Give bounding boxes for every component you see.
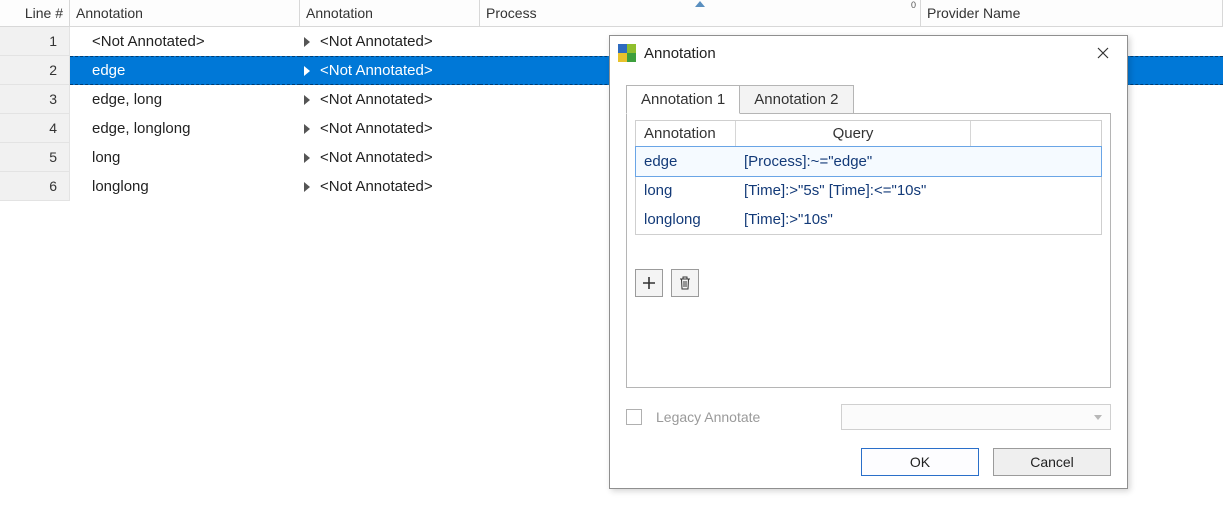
legacy-annotate-row: Legacy Annotate	[626, 404, 1111, 430]
dialog-tabs: Annotation 1 Annotation 2	[626, 84, 1111, 114]
anno-header-spacer	[971, 121, 1101, 146]
dialog-titlebar[interactable]: Annotation	[610, 36, 1127, 70]
annotation-1-cell[interactable]: edge, long	[70, 85, 300, 114]
expand-icon[interactable]	[304, 124, 310, 134]
col-header-process-badge: 0	[911, 0, 916, 10]
line-number: 4	[0, 114, 70, 143]
annotation-query-cell[interactable]: [Time]:>"10s"	[736, 208, 1101, 231]
anno-header-query[interactable]: Query	[736, 121, 971, 146]
col-header-provider[interactable]: Provider Name	[921, 0, 1223, 27]
plus-icon	[642, 276, 656, 290]
tab-annotation-2[interactable]: Annotation 2	[739, 85, 853, 114]
col-header-annotation-1[interactable]: Annotation	[70, 0, 300, 27]
annotation-dialog: Annotation Annotation 1 Annotation 2 Ann…	[609, 35, 1128, 489]
ok-button[interactable]: OK	[861, 448, 979, 476]
annotation-1-cell[interactable]: <Not Annotated>	[70, 27, 300, 56]
col-header-line[interactable]: Line #	[0, 0, 70, 27]
annotation-table-header: Annotation Query	[636, 121, 1101, 147]
annotation-2-cell[interactable]: <Not Annotated>	[300, 56, 480, 85]
annotation-2-text: <Not Annotated>	[320, 33, 433, 50]
annotation-2-text: <Not Annotated>	[320, 62, 433, 79]
expand-icon[interactable]	[304, 182, 310, 192]
annotation-1-cell[interactable]: longlong	[70, 172, 300, 201]
col-header-process[interactable]: Process 0	[480, 0, 921, 27]
legacy-annotate-label: Legacy Annotate	[656, 409, 760, 425]
annotation-2-cell[interactable]: <Not Annotated>	[300, 85, 480, 114]
annotation-name-cell[interactable]: edge	[636, 150, 736, 173]
annotation-query-cell[interactable]: [Time]:>"5s" [Time]:<="10s"	[736, 179, 1101, 202]
anno-header-name[interactable]: Annotation	[636, 121, 736, 146]
annotation-2-text: <Not Annotated>	[320, 120, 433, 137]
annotation-2-cell[interactable]: <Not Annotated>	[300, 143, 480, 172]
line-number: 2	[0, 56, 70, 85]
annotation-1-cell[interactable]: edge, longlong	[70, 114, 300, 143]
annotation-2-text: <Not Annotated>	[320, 91, 433, 108]
expand-icon[interactable]	[304, 37, 310, 47]
annotation-1-cell[interactable]: edge	[70, 56, 300, 85]
annotation-1-cell[interactable]: long	[70, 143, 300, 172]
annotation-2-cell[interactable]: <Not Annotated>	[300, 27, 480, 56]
expand-icon[interactable]	[304, 95, 310, 105]
close-icon	[1097, 47, 1109, 59]
app-icon	[618, 44, 636, 62]
col-header-annotation-2[interactable]: Annotation	[300, 0, 480, 27]
line-number: 5	[0, 143, 70, 172]
annotation-2-cell[interactable]: <Not Annotated>	[300, 114, 480, 143]
line-number: 6	[0, 172, 70, 201]
cancel-button[interactable]: Cancel	[993, 448, 1111, 476]
tab-annotation-1[interactable]: Annotation 1	[626, 85, 740, 114]
expand-icon[interactable]	[304, 153, 310, 163]
annotation-table[interactable]: Annotation Query edge[Process]:~="edge"l…	[635, 120, 1102, 235]
line-number: 1	[0, 27, 70, 56]
annotation-definition-row[interactable]: edge[Process]:~="edge"	[636, 147, 1101, 176]
dialog-title: Annotation	[644, 45, 1083, 62]
expand-icon[interactable]	[304, 66, 310, 76]
line-number: 3	[0, 85, 70, 114]
delete-annotation-button[interactable]	[671, 269, 699, 297]
annotation-definition-row[interactable]: long[Time]:>"5s" [Time]:<="10s"	[636, 176, 1101, 205]
legacy-annotate-combo[interactable]	[841, 404, 1111, 430]
annotation-query-cell[interactable]: [Process]:~="edge"	[736, 150, 1101, 173]
col-header-process-label: Process	[486, 5, 537, 21]
dialog-buttons: OK Cancel	[626, 448, 1111, 476]
add-annotation-button[interactable]	[635, 269, 663, 297]
annotation-definition-row[interactable]: longlong[Time]:>"10s"	[636, 205, 1101, 234]
tab-panel: Annotation Query edge[Process]:~="edge"l…	[626, 114, 1111, 388]
annotation-name-cell[interactable]: longlong	[636, 208, 736, 231]
annotation-2-text: <Not Annotated>	[320, 178, 433, 195]
grid-header: Line # Annotation Annotation Process 0 P…	[0, 0, 1223, 27]
trash-icon	[678, 276, 692, 290]
close-button[interactable]	[1083, 39, 1123, 67]
annotation-2-text: <Not Annotated>	[320, 149, 433, 166]
annotation-name-cell[interactable]: long	[636, 179, 736, 202]
annotation-tools	[635, 269, 1102, 297]
legacy-annotate-checkbox[interactable]	[626, 409, 642, 425]
sort-ascending-icon	[695, 1, 705, 7]
annotation-2-cell[interactable]: <Not Annotated>	[300, 172, 480, 201]
